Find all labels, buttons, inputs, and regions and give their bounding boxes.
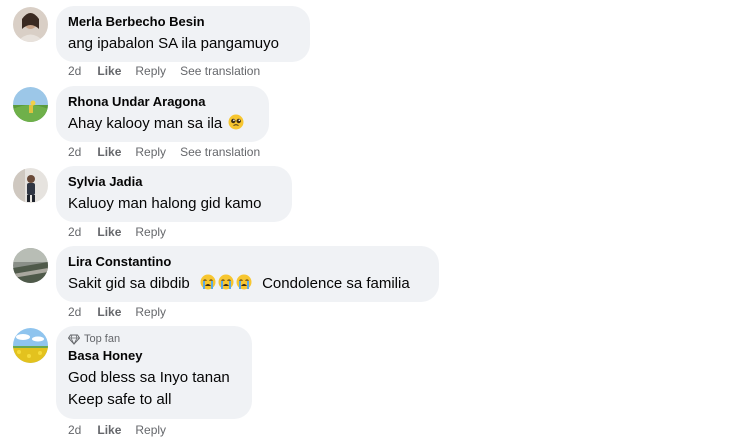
- comment-bubble: Sylvia Jadia Kaluoy man halong gid kamo: [56, 166, 292, 222]
- comment-text: Condolence sa familia: [262, 275, 410, 292]
- comment-text-row: Sakit gid sa dibdib Condolence sa famili…: [68, 273, 427, 294]
- timestamp[interactable]: 2d: [68, 305, 81, 319]
- commenter-name[interactable]: Merla Berbecho Besin: [68, 14, 298, 30]
- avatar[interactable]: [13, 248, 48, 283]
- comment-actions: 2d Like Reply See translation: [68, 64, 274, 78]
- timestamp[interactable]: 2d: [68, 145, 81, 159]
- timestamp[interactable]: 2d: [68, 225, 81, 239]
- commenter-name[interactable]: Rhona Undar Aragona: [68, 94, 257, 110]
- reply-button[interactable]: Reply: [135, 305, 166, 319]
- avatar[interactable]: [13, 168, 48, 203]
- commenter-name[interactable]: Basa Honey: [68, 348, 240, 364]
- like-button[interactable]: Like: [97, 64, 121, 78]
- comment-text: Keep safe to all: [68, 391, 172, 408]
- commenter-name[interactable]: Lira Constantino: [68, 254, 427, 270]
- comment-bubble: Top fan Basa Honey God bless sa Inyo tan…: [56, 326, 252, 419]
- loudly-crying-face-icon: [200, 274, 216, 290]
- like-button[interactable]: Like: [97, 225, 121, 239]
- comment-bubble: Rhona Undar Aragona Ahay kalooy man sa i…: [56, 86, 269, 142]
- like-button[interactable]: Like: [97, 145, 121, 159]
- loudly-crying-face-icon: [218, 274, 234, 290]
- see-translation-link[interactable]: See translation: [180, 145, 260, 159]
- comment-actions: 2d Like Reply See translation: [68, 145, 274, 159]
- avatar[interactable]: [13, 87, 48, 122]
- comment-text: God bless sa Inyo tanan: [68, 369, 230, 386]
- comment-actions: 2d Like Reply: [68, 305, 180, 319]
- comment-bubble: Lira Constantino Sakit gid sa dibdib Con…: [56, 246, 439, 302]
- like-button[interactable]: Like: [97, 423, 121, 437]
- avatar[interactable]: [13, 7, 48, 42]
- reply-button[interactable]: Reply: [135, 423, 166, 437]
- reply-button[interactable]: Reply: [135, 145, 166, 159]
- timestamp[interactable]: 2d: [68, 64, 81, 78]
- comment-bubble: Merla Berbecho Besin ang ipabalon SA ila…: [56, 6, 310, 62]
- avatar[interactable]: [13, 328, 48, 363]
- comment-actions: 2d Like Reply: [68, 225, 180, 239]
- comment-text: Sakit gid sa dibdib: [68, 275, 190, 292]
- reply-button[interactable]: Reply: [135, 225, 166, 239]
- timestamp[interactable]: 2d: [68, 423, 81, 437]
- loudly-crying-face-icon: [236, 274, 252, 290]
- comment-text-row: Ahay kalooy man sa ila: [68, 113, 257, 134]
- pleading-face-icon: [228, 114, 244, 130]
- reply-button[interactable]: Reply: [135, 64, 166, 78]
- badge-label: Top fan: [84, 333, 121, 345]
- commenter-name[interactable]: Sylvia Jadia: [68, 174, 280, 190]
- comment-text: Ahay kalooy man sa ila: [68, 115, 223, 132]
- comment-text: Kaluoy man halong gid kamo: [68, 195, 262, 212]
- see-translation-link[interactable]: See translation: [180, 64, 260, 78]
- comment-actions: 2d Like Reply: [68, 423, 180, 437]
- comment-text: ang ipabalon SA ila pangamuyo: [68, 35, 279, 52]
- like-button[interactable]: Like: [97, 305, 121, 319]
- top-fan-badge[interactable]: Top fan: [68, 333, 240, 346]
- diamond-icon: [68, 334, 80, 345]
